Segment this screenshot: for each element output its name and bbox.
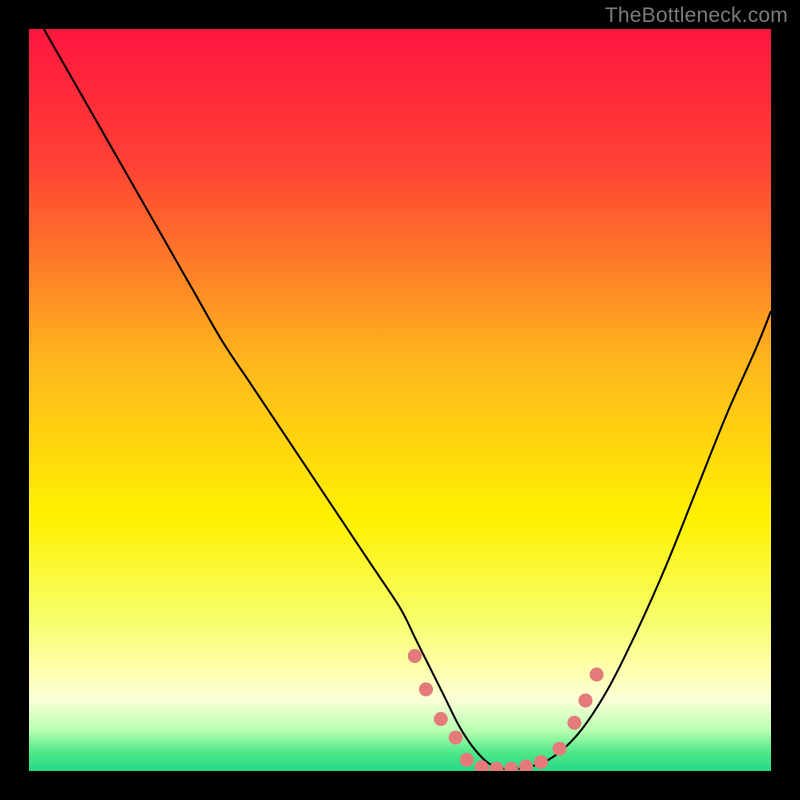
plot-area	[29, 29, 771, 771]
marker-dot	[434, 712, 448, 726]
marker-dot	[567, 716, 581, 730]
chart-frame: TheBottleneck.com	[0, 0, 800, 800]
marker-dot	[590, 668, 604, 682]
marker-dot	[449, 731, 463, 745]
chart-svg	[29, 29, 771, 771]
marker-dot	[553, 742, 567, 756]
marker-dot	[460, 753, 474, 767]
marker-dot	[534, 755, 548, 769]
watermark-text: TheBottleneck.com	[605, 4, 788, 28]
marker-dot	[579, 694, 593, 708]
gradient-background	[29, 29, 771, 771]
marker-dot	[408, 649, 422, 663]
marker-dot	[419, 682, 433, 696]
